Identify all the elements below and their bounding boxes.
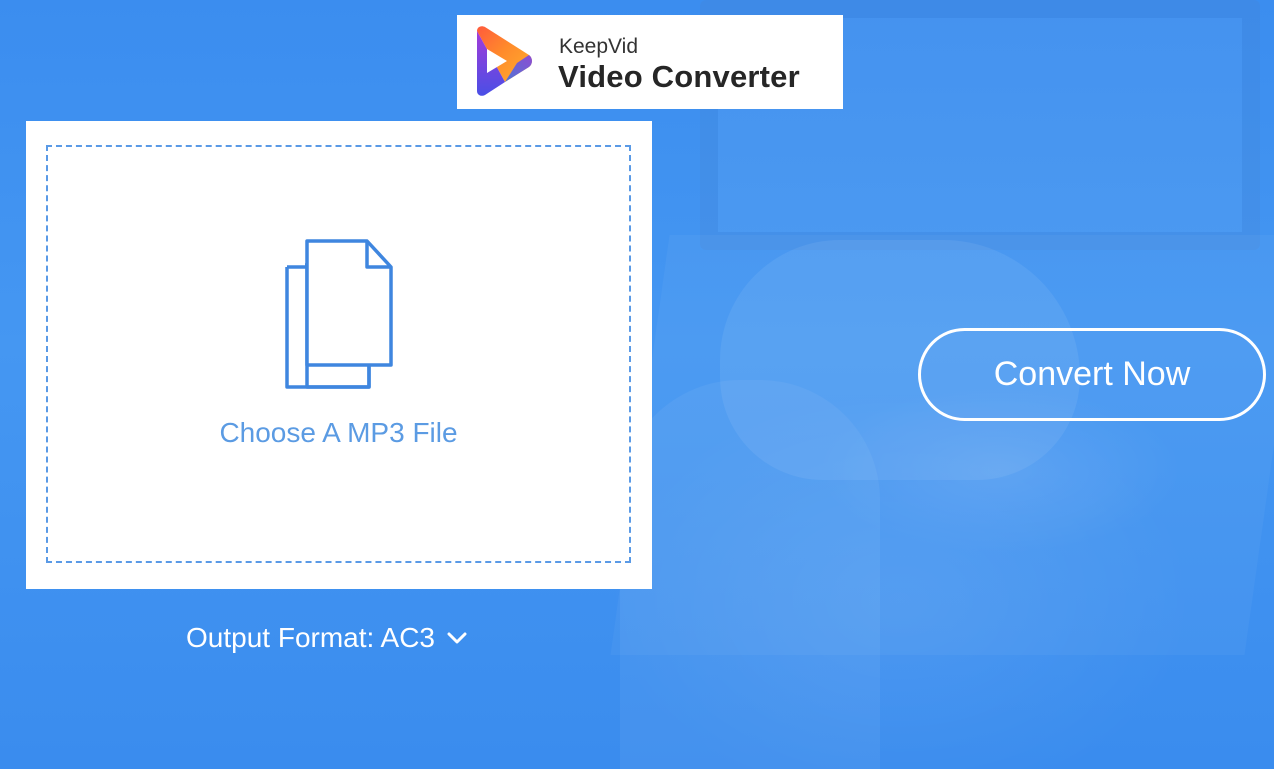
upload-panel: Choose A MP3 File [26, 121, 652, 589]
logo-product-text: Video Converter [558, 59, 800, 94]
output-format-dropdown[interactable]: Output Format: AC3 [186, 618, 467, 658]
logo: KeepVid Video Converter [457, 15, 843, 109]
file-drop-zone[interactable]: Choose A MP3 File [46, 145, 631, 563]
logo-brand-text: KeepVid [559, 35, 639, 58]
output-format-label: Output Format: AC3 [186, 622, 435, 653]
files-icon [285, 239, 393, 389]
play-logo-icon [477, 26, 532, 96]
choose-file-label[interactable]: Choose A MP3 File [48, 417, 629, 449]
chevron-down-icon [447, 632, 467, 644]
convert-now-button[interactable]: Convert Now [918, 328, 1266, 421]
